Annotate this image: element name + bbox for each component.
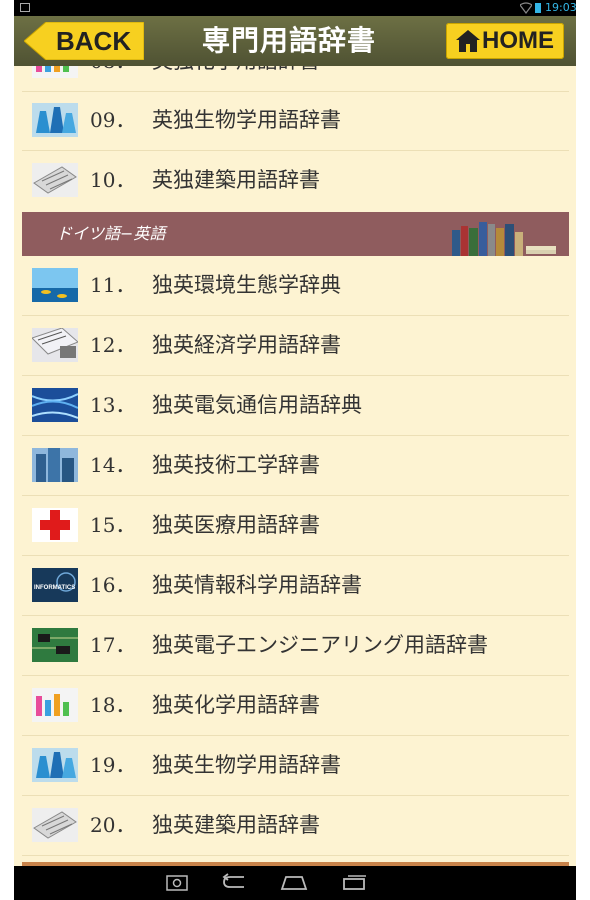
informatics-thumbnail: INFORMATICS — [32, 568, 78, 602]
item-number: 10． — [90, 168, 136, 192]
status-time: 19:03 — [545, 1, 576, 14]
list-item[interactable]: 18． 独英化学用語辞書 — [22, 676, 569, 736]
informatics-thumbnail-text: INFORMATICS — [34, 585, 75, 591]
item-title: 独英電気通信用語辞典 — [152, 393, 362, 417]
back-button[interactable]: BACK — [24, 22, 144, 60]
architecture-thumbnail — [32, 808, 78, 842]
circuit-board-thumbnail — [32, 628, 78, 662]
list-item[interactable]: 19． 独英生物学用語辞書 — [22, 736, 569, 796]
item-number: 18． — [90, 693, 136, 717]
wifi-icon — [520, 2, 532, 14]
status-bar: 19:03 — [14, 0, 576, 16]
ecology-thumbnail — [32, 268, 78, 302]
item-title: 独英電子エンジニアリング用語辞書 — [152, 633, 488, 657]
chemistry-thumbnail — [32, 66, 78, 78]
telecom-thumbnail — [32, 388, 78, 422]
architecture-thumbnail — [32, 163, 78, 197]
navigation-bar — [14, 866, 576, 900]
item-title: 独英経済学用語辞書 — [152, 333, 341, 357]
item-number: 19． — [90, 753, 136, 777]
item-number: 11． — [90, 273, 136, 297]
back-icon[interactable] — [222, 873, 248, 891]
house-icon — [456, 30, 480, 52]
home-icon[interactable] — [280, 873, 308, 891]
item-title: 独英化学用語辞書 — [152, 693, 320, 717]
chemistry-thumbnail — [32, 688, 78, 722]
item-title: 独英建築用語辞書 — [152, 813, 320, 837]
item-title: 英独生物学用語辞書 — [152, 108, 341, 132]
screenshot-icon[interactable] — [166, 873, 188, 891]
list-item[interactable]: 14． 独英技術工学辞書 — [22, 436, 569, 496]
item-title: 独英生物学用語辞書 — [152, 753, 341, 777]
list-item[interactable]: 17． 独英電子エンジニアリング用語辞書 — [22, 616, 569, 676]
item-number: 15． — [90, 513, 136, 537]
list-item[interactable]: 15． 独英医療用語辞書 — [22, 496, 569, 556]
dictionary-list: 08． 英独化学用語辞書 09． 英独生物学用語辞書 — [22, 66, 569, 862]
item-number: 13． — [90, 393, 136, 417]
gallery-notification-icon — [20, 3, 30, 12]
item-number: 14． — [90, 453, 136, 477]
battery-icon — [535, 3, 541, 13]
section-header: ドイツ語−英語 — [22, 212, 569, 256]
item-title: 英独建築用語辞書 — [152, 168, 320, 192]
item-number: 16． — [90, 573, 136, 597]
economics-thumbnail — [32, 328, 78, 362]
item-title: 英独化学用語辞書 — [152, 66, 320, 91]
page-title: 専門用語辞書 — [201, 24, 376, 57]
section-label: ドイツ語−英語 — [56, 224, 166, 243]
list-item[interactable]: 20． 独英建築用語辞書 — [22, 796, 569, 856]
list-item[interactable]: 09． 英独生物学用語辞書 — [22, 91, 569, 151]
top-bar: BACK 専門用語辞書 HOME — [14, 16, 576, 66]
list-item[interactable]: 11． 独英環境生態学辞典 — [22, 256, 569, 316]
engineering-thumbnail — [32, 448, 78, 482]
app-frame: 19:03 BACK 専門用語辞書 HOME 08． — [14, 0, 576, 900]
list-item[interactable]: INFORMATICS 16． 独英情報科学用語辞書 — [22, 556, 569, 616]
item-title: 独英技術工学辞書 — [152, 453, 320, 477]
recent-apps-icon[interactable] — [342, 873, 368, 891]
item-number: 12． — [90, 333, 136, 357]
list-item[interactable]: 10． 英独建築用語辞書 — [22, 151, 569, 210]
item-number: 20． — [90, 813, 136, 837]
item-title: 独英情報科学用語辞書 — [152, 573, 362, 597]
item-title: 独英医療用語辞書 — [152, 513, 320, 537]
item-number: 08． — [90, 66, 135, 91]
item-title: 独英環境生態学辞典 — [152, 273, 341, 297]
medical-cross-thumbnail — [32, 508, 78, 542]
item-number: 17． — [90, 633, 136, 657]
home-button-label: HOME — [482, 27, 554, 54]
biology-thumbnail — [32, 748, 78, 782]
back-button-label: BACK — [56, 26, 132, 56]
list-item[interactable]: 08． 英独化学用語辞書 — [22, 66, 569, 92]
biology-thumbnail — [32, 103, 78, 137]
list-item[interactable]: 13． 独英電気通信用語辞典 — [22, 376, 569, 436]
home-button[interactable]: HOME — [446, 23, 564, 59]
list-item[interactable]: 12． 独英経済学用語辞書 — [22, 316, 569, 376]
item-number: 09． — [90, 108, 136, 132]
books-icon — [452, 222, 556, 256]
